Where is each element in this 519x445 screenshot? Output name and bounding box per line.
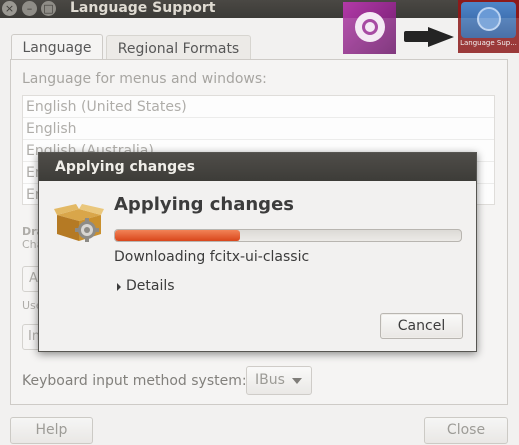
- dialog-titlebar: Applying changes: [39, 153, 476, 181]
- window-maximize-icon[interactable]: □: [41, 1, 56, 16]
- language-support-window: × – □ Language Support Language Sup... L…: [0, 0, 519, 445]
- window-titlebar: × – □ Language Support: [0, 0, 519, 18]
- details-label: Details: [126, 278, 175, 294]
- progress-fill: [115, 230, 240, 241]
- cancel-button[interactable]: Cancel: [380, 313, 463, 339]
- download-progress-bar: [114, 229, 462, 242]
- window-minimize-icon[interactable]: –: [22, 1, 37, 16]
- status-text: Downloading fcitx-ui-classic: [114, 249, 310, 265]
- window-close-icon[interactable]: ×: [2, 1, 17, 16]
- dialog-title: Applying changes: [55, 159, 195, 175]
- window-title: Language Support: [70, 0, 216, 16]
- expander-arrow-icon: [117, 283, 121, 291]
- dialog-heading: Applying changes: [114, 194, 294, 215]
- applying-changes-dialog: Applying changes Applying changes Downlo…: [38, 152, 477, 352]
- package-install-icon: [54, 204, 104, 242]
